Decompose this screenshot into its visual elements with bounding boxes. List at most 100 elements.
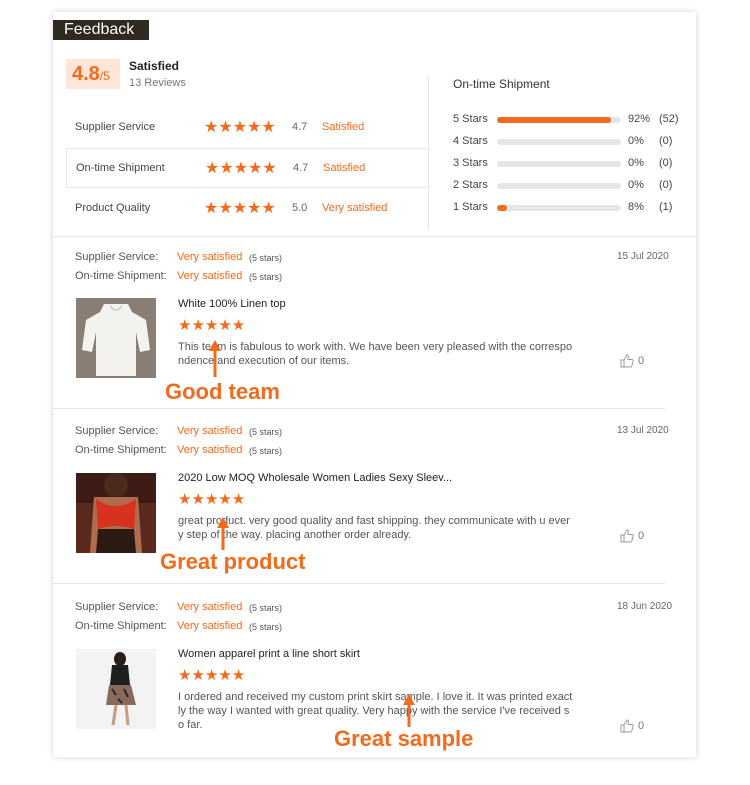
rating-row-on-time-shipment[interactable]: On-time Shipment ★★★★★ 4.7 Satisfied bbox=[66, 148, 428, 188]
distribution-label: 4 Stars bbox=[453, 135, 488, 147]
divider bbox=[428, 76, 429, 230]
review-meta: Supplier Service: Very satisfied (5 star… bbox=[75, 251, 375, 285]
shipment-stars: (5 stars) bbox=[249, 622, 283, 632]
supplier-service-label: Supplier Service: bbox=[75, 251, 159, 263]
shipment-label: On-time Shipment: bbox=[75, 270, 167, 282]
arrow-icon bbox=[403, 694, 415, 727]
review-text: great product. very good quality and fas… bbox=[178, 515, 570, 541]
overall-score: 4.8/5 bbox=[66, 59, 120, 89]
thumbs-up-icon bbox=[620, 354, 634, 368]
distribution-bar-fill bbox=[497, 205, 507, 211]
reviews-count[interactable]: 13 Reviews bbox=[129, 77, 186, 89]
rating-stars: ★★★★★ bbox=[204, 119, 276, 136]
product-image bbox=[76, 473, 156, 553]
distribution-bar bbox=[497, 183, 621, 189]
supplier-service-label: Supplier Service: bbox=[75, 425, 159, 437]
shipment-label: On-time Shipment: bbox=[75, 620, 167, 632]
annotation-label: Good team bbox=[165, 379, 280, 404]
rating-row-product-quality: Product Quality ★★★★★ 5.0 Very satisfied bbox=[66, 189, 428, 229]
review-stars: ★★★★★ bbox=[178, 317, 246, 334]
shipment-stars: (5 stars) bbox=[249, 272, 283, 282]
distribution-row: 3 Stars 0% (0) bbox=[453, 157, 693, 171]
product-thumbnail[interactable] bbox=[76, 473, 156, 553]
rating-row-supplier-service: Supplier Service ★★★★★ 4.7 Satisfied bbox=[66, 108, 428, 148]
product-image bbox=[76, 649, 156, 729]
distribution-count: (1) bbox=[659, 201, 673, 213]
rating-stars: ★★★★★ bbox=[205, 160, 277, 177]
shipment-value: Very satisfied bbox=[177, 444, 243, 456]
rating-value: 5.0 bbox=[292, 202, 308, 214]
distribution-bar-fill bbox=[497, 117, 612, 123]
review-date: 15 Jul 2020 bbox=[617, 251, 669, 262]
distribution-label: 3 Stars bbox=[453, 157, 488, 169]
distribution-bar bbox=[497, 117, 621, 123]
rating-text: Satisfied bbox=[322, 121, 365, 133]
feedback-title: Feedback bbox=[53, 20, 149, 40]
like-button[interactable]: 0 bbox=[620, 529, 644, 543]
distribution-label: 1 Stars bbox=[453, 201, 488, 213]
rating-text: Very satisfied bbox=[322, 202, 388, 214]
distribution-pct: 0% bbox=[628, 179, 644, 191]
distribution-count: (0) bbox=[659, 157, 673, 169]
distribution-row: 5 Stars 92% (52) bbox=[453, 113, 693, 127]
shipment-stars: (5 stars) bbox=[249, 446, 283, 456]
product-title[interactable]: White 100% Linen top bbox=[178, 298, 286, 310]
rating-text: Satisfied bbox=[323, 162, 366, 174]
review-meta: Supplier Service: Very satisfied (5 star… bbox=[75, 601, 375, 635]
distribution-count: (0) bbox=[659, 135, 673, 147]
score-suffix: /5 bbox=[99, 69, 110, 83]
thumbs-up-icon bbox=[620, 719, 634, 733]
review-text: This team is fabulous to work with. We h… bbox=[178, 341, 573, 367]
product-title[interactable]: 2020 Low MOQ Wholesale Women Ladies Sexy… bbox=[178, 472, 452, 484]
distribution-title: On-time Shipment bbox=[453, 77, 550, 91]
rating-value: 4.7 bbox=[293, 162, 309, 174]
arrow-icon bbox=[209, 340, 221, 377]
like-count: 0 bbox=[638, 355, 645, 367]
like-count: 0 bbox=[638, 720, 645, 732]
product-thumbnail[interactable] bbox=[76, 649, 156, 729]
shipment-value: Very satisfied bbox=[177, 270, 243, 282]
arrow-icon bbox=[217, 517, 229, 550]
review-stars: ★★★★★ bbox=[178, 491, 246, 508]
shipment-label: On-time Shipment: bbox=[75, 444, 167, 456]
distribution-label: 2 Stars bbox=[453, 179, 488, 191]
supplier-service-stars: (5 stars) bbox=[249, 253, 283, 263]
annotation-label: Great product bbox=[160, 549, 306, 574]
supplier-service-stars: (5 stars) bbox=[249, 603, 283, 613]
divider bbox=[53, 583, 665, 584]
rating-label: Supplier Service bbox=[75, 121, 156, 133]
shipment-value: Very satisfied bbox=[177, 620, 243, 632]
distribution-row: 4 Stars 0% (0) bbox=[453, 135, 693, 149]
supplier-service-value: Very satisfied bbox=[177, 425, 243, 437]
rating-label: Product Quality bbox=[75, 202, 151, 214]
supplier-service-value: Very satisfied bbox=[177, 601, 243, 613]
score-value: 4.8 bbox=[72, 63, 100, 85]
divider bbox=[53, 408, 665, 409]
rating-stars: ★★★★★ bbox=[204, 200, 276, 217]
product-thumbnail[interactable] bbox=[76, 298, 156, 378]
distribution-pct: 92% bbox=[628, 113, 651, 125]
distribution-bar bbox=[497, 205, 621, 211]
distribution-bar bbox=[497, 139, 621, 145]
supplier-service-label: Supplier Service: bbox=[75, 601, 159, 613]
review-meta: Supplier Service: Very satisfied (5 star… bbox=[75, 425, 375, 459]
distribution-row: 1 Stars 8% (1) bbox=[453, 201, 693, 215]
distribution-bar bbox=[497, 161, 621, 167]
distribution-pct: 0% bbox=[628, 135, 644, 147]
rating-label: On-time Shipment bbox=[76, 162, 165, 174]
review-stars: ★★★★★ bbox=[178, 667, 246, 684]
like-button[interactable]: 0 bbox=[620, 719, 644, 733]
divider bbox=[53, 236, 696, 237]
product-title[interactable]: Women apparel print a line short skirt bbox=[178, 648, 360, 660]
product-image bbox=[76, 298, 156, 378]
supplier-service-stars: (5 stars) bbox=[249, 427, 283, 437]
review-date: 13 Jul 2020 bbox=[617, 425, 669, 436]
rating-value: 4.7 bbox=[292, 121, 308, 133]
distribution-row: 2 Stars 0% (0) bbox=[453, 179, 693, 193]
overall-label: Satisfied bbox=[129, 59, 180, 73]
distribution-count: (0) bbox=[659, 179, 673, 191]
like-button[interactable]: 0 bbox=[620, 354, 644, 368]
distribution-count: (52) bbox=[659, 113, 679, 125]
thumbs-up-icon bbox=[620, 529, 634, 543]
supplier-service-value: Very satisfied bbox=[177, 251, 243, 263]
